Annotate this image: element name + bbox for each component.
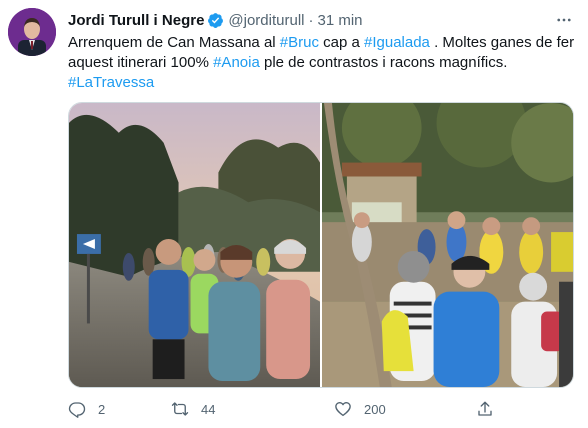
avatar[interactable]	[8, 8, 56, 56]
hashtag-link[interactable]: #Igualada	[364, 34, 430, 51]
reply-button[interactable]: 2	[68, 400, 105, 418]
photo-hikers-road[interactable]	[69, 103, 320, 387]
reply-count: 2	[98, 401, 106, 417]
verified-badge-icon	[208, 12, 224, 28]
hashtag-link[interactable]: #Bruc	[280, 34, 319, 51]
share-button[interactable]	[476, 400, 494, 418]
retweet-button[interactable]: 44	[171, 400, 215, 418]
tweet-text-part: Arrenquem de Can Massana al	[68, 34, 280, 51]
hashtag-link[interactable]: #LaTravessa	[68, 74, 154, 91]
photo-image	[322, 103, 573, 387]
tweet-timestamp[interactable]: 31 min	[318, 12, 363, 29]
tweet-header: Jordi Turull i Negre @jorditurull · 31 m…	[68, 10, 363, 30]
tweet-actions: 2 44 200	[68, 400, 508, 420]
like-count: 200	[364, 401, 386, 417]
share-icon	[478, 401, 492, 416]
hashtag-link[interactable]: #Anoia	[213, 54, 260, 71]
more-options-button[interactable]	[554, 10, 574, 30]
author-handle[interactable]: @jorditurull	[228, 12, 304, 29]
media-grid	[68, 102, 574, 388]
like-button[interactable]: 200	[334, 400, 386, 418]
tweet-text-part: ple de contrastos i racons magnífics.	[259, 54, 508, 71]
retweet-icon	[171, 402, 189, 416]
author-name[interactable]: Jordi Turull i Negre	[68, 12, 204, 29]
photo-image	[69, 103, 320, 387]
avatar-image	[8, 8, 56, 56]
header-separator: ·	[308, 11, 314, 29]
photo-group-briefing[interactable]	[322, 103, 573, 387]
reply-icon	[68, 402, 86, 418]
tweet-text-part: cap a	[318, 34, 364, 51]
tweet-text: Arrenquem de Can Massana al #Bruc cap a …	[68, 33, 576, 93]
heart-icon	[335, 402, 351, 417]
more-icon	[557, 18, 571, 22]
tweet[interactable]: Jordi Turull i Negre @jorditurull · 31 m…	[0, 0, 588, 428]
retweet-count: 44	[201, 401, 216, 417]
